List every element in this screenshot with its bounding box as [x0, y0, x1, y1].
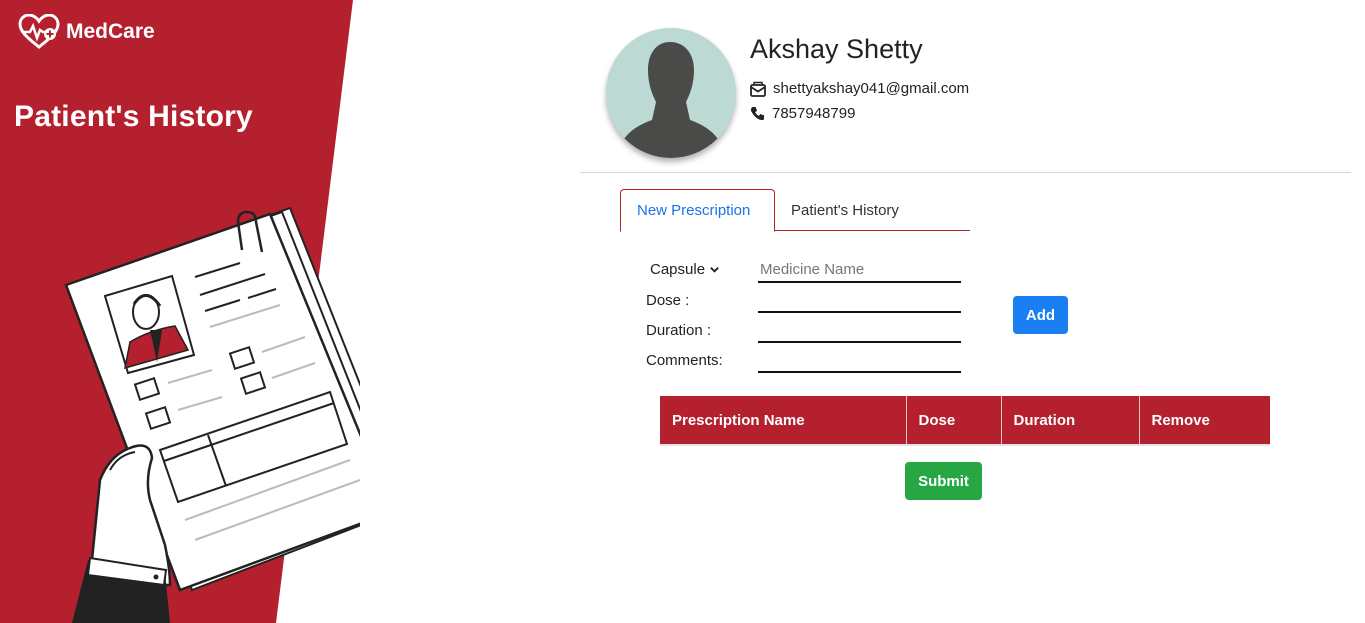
header-divider: [580, 172, 1351, 173]
dose-label: Dose :: [646, 292, 690, 309]
patient-phone: 7857948799: [750, 105, 855, 122]
medicine-name-input[interactable]: [758, 257, 961, 283]
left-panel: MedCare Patient's History: [0, 0, 360, 623]
medicine-type-value: Capsule: [650, 261, 706, 278]
table-header-row: Prescription Name Dose Duration Remove: [660, 396, 1270, 445]
duration-label: Duration :: [646, 322, 712, 339]
brand-logo[interactable]: MedCare: [18, 14, 155, 50]
medical-document-illustration: [64, 206, 360, 623]
left-panel-title: Patient's History: [14, 100, 253, 133]
column-header-prescription-name: Prescription Name: [660, 396, 907, 445]
column-header-dose: Dose: [906, 396, 1002, 445]
patient-email: shettyakshay041@gmail.com: [750, 80, 969, 97]
phone-icon: [750, 106, 765, 121]
patient-email-text[interactable]: shettyakshay041@gmail.com: [773, 80, 969, 97]
heart-pulse-icon: [18, 14, 60, 49]
tab-patients-history[interactable]: Patient's History: [775, 189, 915, 231]
medicine-type-select[interactable]: Capsule: [650, 261, 720, 278]
add-button[interactable]: Add: [1013, 296, 1068, 334]
column-header-duration: Duration: [1001, 396, 1140, 445]
patient-phone-text[interactable]: 7857948799: [772, 105, 855, 122]
patient-name: Akshay Shetty: [750, 34, 923, 64]
user-silhouette-icon: [606, 28, 736, 158]
duration-input[interactable]: [758, 317, 961, 343]
column-header-remove: Remove: [1139, 396, 1270, 445]
comments-input[interactable]: [758, 347, 961, 373]
table-bottom-border: [660, 444, 1270, 446]
tab-new-prescription[interactable]: New Prescription: [620, 189, 775, 232]
submit-button[interactable]: Submit: [905, 462, 982, 500]
comments-label: Comments:: [646, 352, 723, 369]
chevron-down-icon: [710, 267, 719, 273]
prescription-table: Prescription Name Dose Duration Remove: [660, 396, 1270, 445]
brand-name: MedCare: [66, 20, 155, 43]
avatar: [606, 28, 736, 158]
tab-bar: New Prescription Patient's History: [620, 189, 970, 232]
envelope-icon: [750, 81, 766, 97]
dose-input[interactable]: [758, 287, 961, 313]
